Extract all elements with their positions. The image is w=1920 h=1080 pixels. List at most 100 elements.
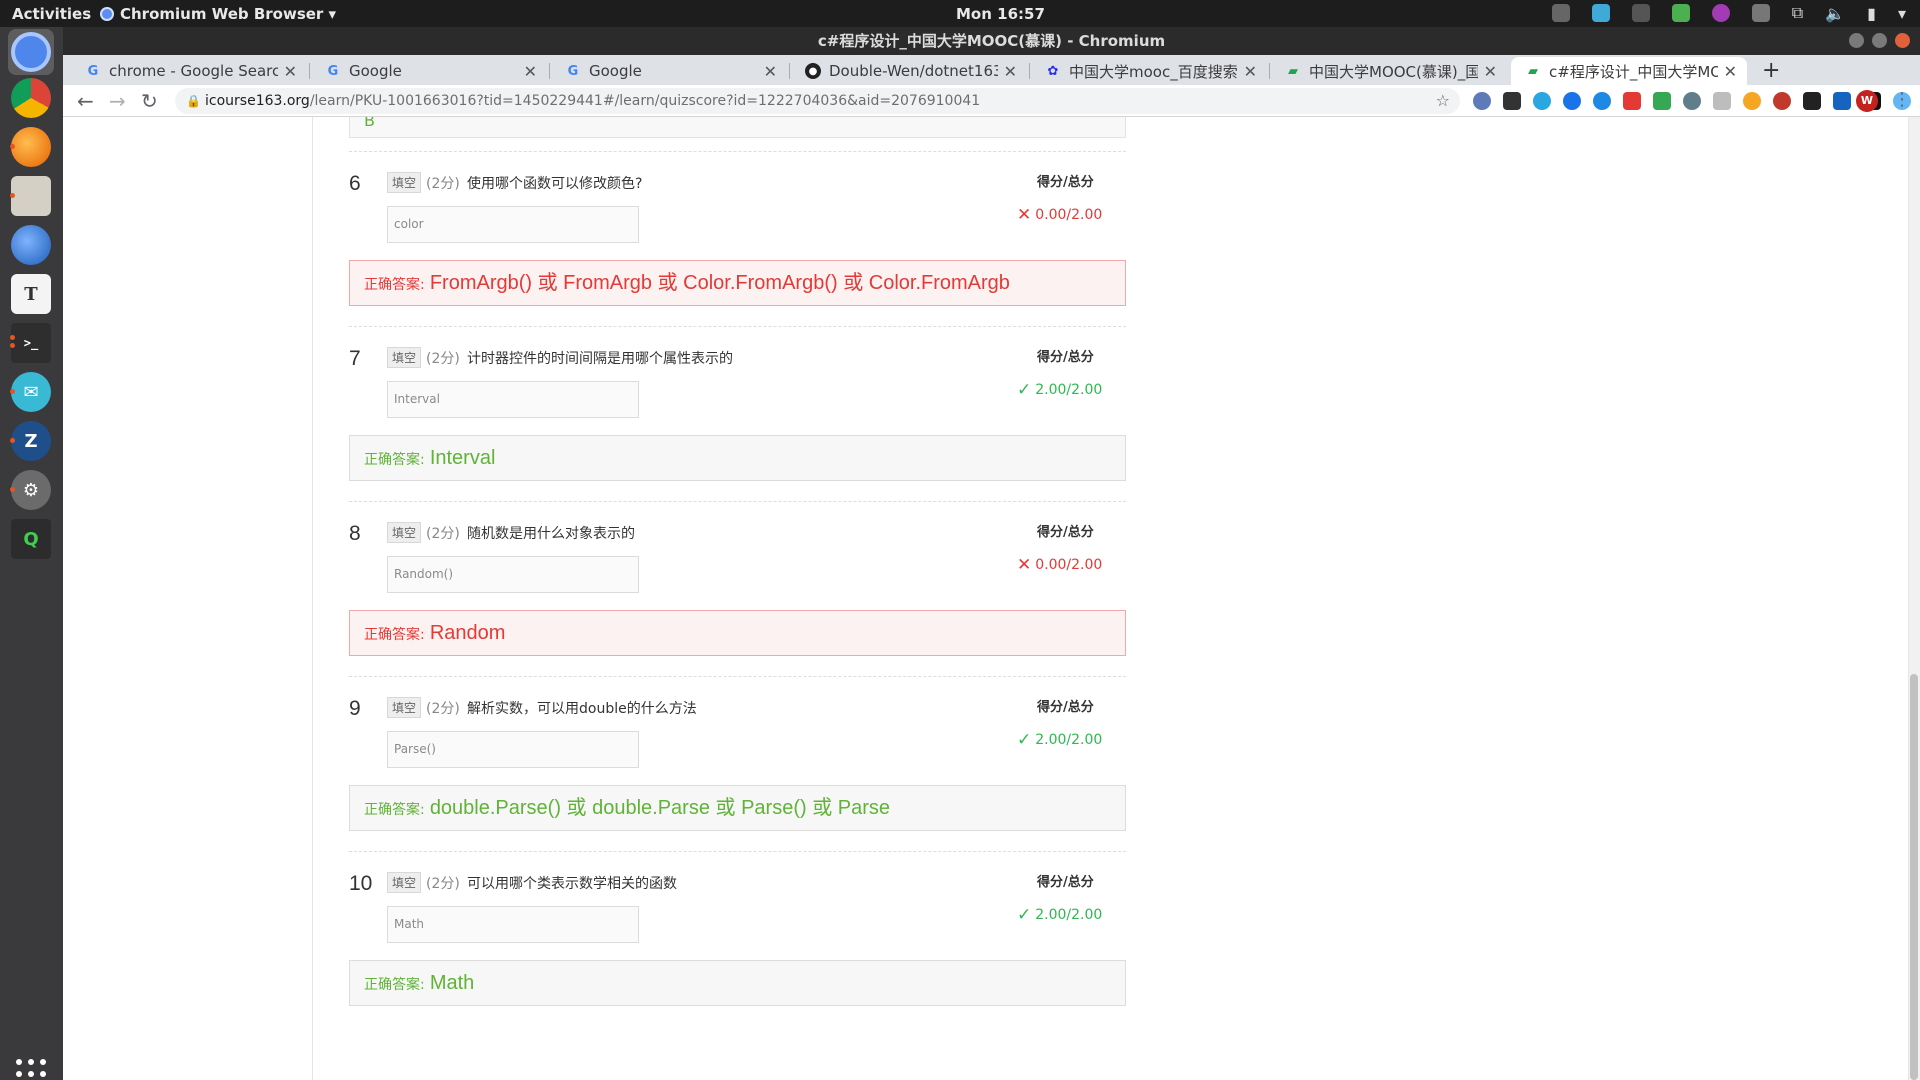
tab-google-2[interactable]: G Google ✕ [551, 57, 787, 85]
correct-answer-value: double.Parse() 或 double.Parse 或 Parse() … [429, 797, 891, 819]
correct-answer-value: FromArgb() 或 FromArgb 或 Color.FromArgb()… [429, 272, 1010, 294]
clock[interactable]: Mon 16:57 [956, 5, 1045, 23]
power-menu-icon[interactable]: ▾ [1898, 4, 1906, 23]
answer-input[interactable]: Random() [387, 556, 639, 593]
close-window-button[interactable] [1895, 33, 1910, 48]
question-10: 10 填空 (2分) 可以用哪个类表示数学相关的函数 Math 得分/总分 ✓ … [349, 851, 1126, 1006]
address-bar[interactable]: 🔒 icourse163.org/learn/PKU-1001663016?ti… [175, 88, 1460, 114]
browser-window: c#程序设计_中国大学MOOC(慕课) - Chromium G chrome … [63, 27, 1920, 1080]
dock-chrome[interactable] [8, 75, 54, 121]
tab-separator [309, 63, 310, 79]
extension-icon[interactable] [1533, 92, 1551, 110]
lock-icon[interactable]: 🔒 [186, 88, 201, 114]
answer-input[interactable]: Parse() [387, 731, 639, 768]
correct-answer-label: 正确答案: [364, 627, 425, 643]
question-text: 可以用哪个类表示数学相关的函数 [467, 876, 677, 892]
scissors-tray-icon[interactable] [1671, 4, 1690, 22]
question-points: (2分) [426, 876, 460, 892]
chromium-icon [11, 32, 51, 72]
score-value: ✓ 2.00/2.00 [1017, 380, 1102, 400]
dock-zotero[interactable]: Z [8, 418, 54, 464]
answer-input[interactable]: color [387, 206, 639, 243]
answer-input[interactable]: Interval [387, 381, 639, 418]
answer-input[interactable]: Math [387, 906, 639, 943]
score-value: ✕ 0.00/2.00 [1017, 555, 1102, 575]
keyboard-tray-icon[interactable] [1751, 4, 1770, 22]
extension-icon[interactable] [1743, 92, 1761, 110]
close-icon[interactable]: ✕ [1244, 62, 1257, 81]
battery-icon[interactable]: ▮ [1867, 4, 1876, 23]
input-method-tray-icon[interactable] [1631, 4, 1650, 22]
dock-terminal[interactable]: >_ [8, 320, 54, 366]
close-icon[interactable]: ✕ [524, 62, 537, 81]
dock-thunderbird[interactable] [8, 222, 54, 268]
close-icon[interactable]: ✕ [764, 62, 777, 81]
menu-kebab-icon[interactable]: ⋮ [1893, 89, 1911, 110]
running-indicator [10, 193, 15, 198]
close-icon[interactable]: ✕ [284, 62, 297, 81]
close-icon[interactable]: ✕ [1004, 62, 1017, 81]
dock-qt-creator[interactable]: Q [8, 516, 54, 562]
extension-icon[interactable] [1713, 92, 1731, 110]
extension-icon[interactable] [1623, 92, 1641, 110]
url-host: icourse163.org [205, 93, 310, 109]
network-icon[interactable]: ⧉ [1792, 3, 1803, 23]
window-titlebar[interactable]: c#程序设计_中国大学MOOC(慕课) - Chromium [63, 27, 1920, 55]
dock-files[interactable] [8, 173, 54, 219]
extension-icon[interactable] [1653, 92, 1671, 110]
reload-icon[interactable]: ↻ [141, 89, 158, 113]
tab-github[interactable]: ● Double-Wen/dotnet163 ✕ [791, 57, 1027, 85]
extension-icon[interactable] [1773, 92, 1791, 110]
zotero-tray-icon[interactable] [1551, 4, 1570, 22]
dock-typora[interactable]: T [8, 271, 54, 317]
tab-baidu[interactable]: ✿ 中国大学mooc_百度搜索 ✕ [1031, 57, 1267, 85]
maximize-button[interactable] [1872, 33, 1887, 48]
minimize-button[interactable] [1849, 33, 1864, 48]
dock-mail[interactable]: ✉ [8, 369, 54, 415]
extension-icon[interactable] [1803, 92, 1821, 110]
extension-icon[interactable] [1503, 92, 1521, 110]
question-number: 6 [349, 172, 361, 195]
app-tray-icon[interactable] [1711, 4, 1730, 22]
scrollbar-thumb[interactable] [1910, 674, 1918, 1080]
score-label: 得分/总分 [1037, 525, 1094, 540]
back-arrow-icon[interactable]: ← [77, 89, 94, 113]
correct-answer-box: 正确答案: double.Parse() 或 double.Parse 或 Pa… [349, 785, 1126, 831]
extension-icon[interactable] [1563, 92, 1581, 110]
extension-icon[interactable] [1593, 92, 1611, 110]
dock-firefox[interactable] [8, 124, 54, 170]
question-6: 6 填空 (2分) 使用哪个函数可以修改颜色? color 得分/总分 ✕ 0.… [349, 151, 1126, 306]
tab-chrome-search[interactable]: G chrome - Google Search ✕ [71, 57, 307, 85]
system-top-bar: Activities Chromium Web Browser ▾ Mon 16… [0, 0, 1920, 27]
left-sidebar [63, 117, 313, 1080]
extension-icon[interactable] [1683, 92, 1701, 110]
correct-answer-value: Math [429, 972, 475, 994]
notes-tray-icon[interactable] [1591, 4, 1610, 22]
question-type-badge: 填空 [387, 347, 422, 368]
correct-answer-label: 正确答案: [364, 977, 425, 993]
question-type-badge: 填空 [387, 172, 422, 193]
close-icon[interactable]: ✕ [1724, 62, 1737, 81]
page-scrollbar[interactable] [1908, 117, 1920, 1080]
activities-button[interactable]: Activities [12, 5, 91, 23]
forward-arrow-icon[interactable]: → [109, 89, 126, 113]
tab-google-1[interactable]: G Google ✕ [311, 57, 547, 85]
window-title: c#程序设计_中国大学MOOC(慕课) - Chromium [817, 32, 1166, 50]
app-menu[interactable]: Chromium Web Browser ▾ [100, 5, 336, 23]
score-label: 得分/总分 [1037, 175, 1094, 190]
question-points: (2分) [426, 701, 460, 717]
extension-icon[interactable] [1473, 92, 1491, 110]
show-applications-icon[interactable] [16, 1059, 46, 1080]
dock-settings[interactable]: ⚙ [8, 467, 54, 513]
volume-icon[interactable]: 🔈 [1825, 4, 1845, 23]
dock-chromium[interactable] [8, 29, 54, 75]
tab-mooc-home[interactable]: ▰ 中国大学MOOC(慕课)_国 ✕ [1271, 57, 1507, 85]
score-value: ✕ 0.00/2.00 [1017, 205, 1102, 225]
tab-csharp-course[interactable]: ▰ c#程序设计_中国大学MO ✕ [1511, 57, 1747, 85]
profile-avatar[interactable]: W [1856, 90, 1878, 112]
bookmark-star-icon[interactable]: ☆ [1436, 88, 1450, 114]
question-text: 解析实数，可以用double的什么方法 [467, 701, 697, 717]
new-tab-button[interactable]: + [1762, 58, 1780, 83]
close-icon[interactable]: ✕ [1484, 62, 1497, 81]
extension-icon[interactable] [1833, 92, 1851, 110]
